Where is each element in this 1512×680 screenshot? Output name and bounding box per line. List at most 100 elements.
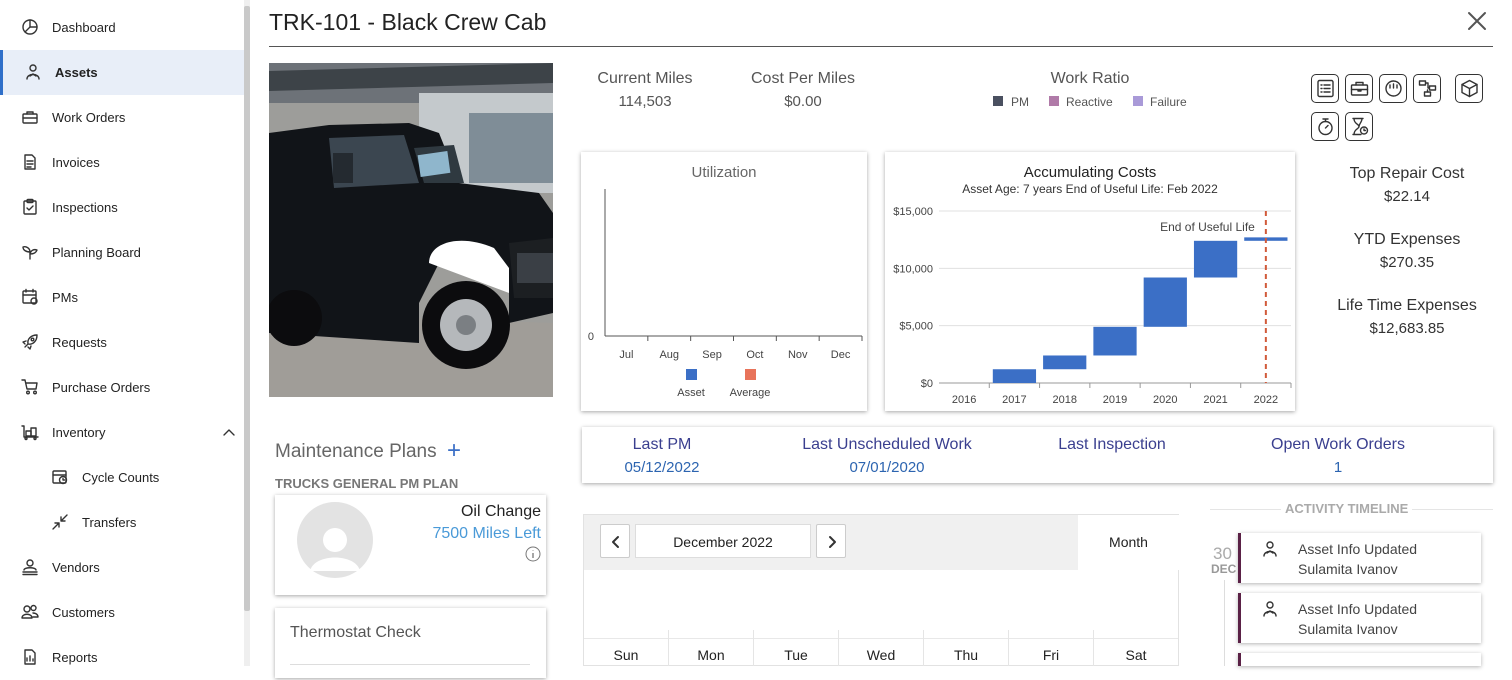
chevron-left-icon bbox=[612, 536, 619, 548]
timeline-entry-user: Sulamita Ivanov bbox=[1298, 621, 1398, 637]
accumulating-costs-subtitle: Asset Age: 7 years End of Useful Life: F… bbox=[962, 182, 1218, 196]
parts-button[interactable] bbox=[1455, 74, 1483, 103]
x-tick-label: 2016 bbox=[952, 394, 976, 406]
ytd-expenses-value: $270.35 bbox=[1379, 254, 1435, 271]
cube-icon bbox=[1461, 79, 1478, 98]
reports-icon bbox=[24, 649, 36, 665]
sidebar-item-inventory[interactable]: Inventory bbox=[0, 410, 244, 455]
utilization-chart: Utilization 0 Jul Aug Sep Oct Nov Dec Asset A… bbox=[588, 164, 863, 399]
sidebar-item-work-orders[interactable]: Work Orders bbox=[0, 95, 244, 140]
transfer-icon bbox=[52, 514, 68, 530]
legend-reactive-label: Reactive bbox=[1066, 95, 1113, 109]
y-tick-label: $5,000 bbox=[899, 321, 933, 333]
meter-button[interactable] bbox=[1379, 74, 1407, 103]
y-tick-label: $10,000 bbox=[893, 263, 933, 275]
maintenance-card-thermostat[interactable]: Thermostat Check bbox=[275, 608, 546, 678]
calendar-col-divider bbox=[923, 630, 924, 666]
sidebar-item-inspections[interactable]: Inspections bbox=[0, 185, 244, 230]
sidebar-item-assets[interactable]: Assets bbox=[0, 50, 244, 95]
lifetime-expenses-value: $12,683.85 bbox=[1369, 320, 1445, 337]
sidebar-item-pms[interactable]: PMs bbox=[0, 275, 244, 320]
title-divider bbox=[269, 46, 1493, 47]
avatar-placeholder-icon bbox=[297, 502, 373, 578]
kpi-strip: Last PM 05/12/2022 Last Unscheduled Work… bbox=[582, 427, 1493, 483]
vendor-icon bbox=[22, 559, 38, 576]
sidebar-item-label: Purchase Orders bbox=[52, 380, 151, 395]
add-maintenance-plan-button[interactable]: + bbox=[447, 437, 461, 465]
last-unscheduled-work-value[interactable]: 07/01/2020 bbox=[782, 459, 992, 476]
close-icon[interactable] bbox=[1466, 10, 1488, 32]
sidebar-item-label: Invoices bbox=[52, 155, 100, 170]
sidebar-scrollbar[interactable] bbox=[244, 6, 250, 611]
calendar-col-divider bbox=[668, 630, 669, 666]
hierarchy-icon bbox=[1418, 80, 1437, 97]
cost-bar bbox=[1093, 326, 1137, 356]
maintenance-card-oil-change[interactable]: Oil Change 7500 Miles Left bbox=[275, 495, 546, 595]
legend-failure-swatch bbox=[1133, 96, 1143, 106]
calendar-grid-line bbox=[584, 638, 1178, 639]
sidebar-item-label: Inventory bbox=[52, 425, 106, 440]
timeline-entry-partial[interactable] bbox=[1238, 653, 1481, 666]
sidebar-item-customers[interactable]: Customers bbox=[0, 590, 244, 635]
legend-pm-swatch bbox=[993, 96, 1003, 106]
timeline-entry[interactable]: Asset Info Updated Sulamita Ivanov bbox=[1238, 593, 1481, 643]
sidebar-item-label: Inspections bbox=[52, 200, 118, 215]
calendar-view-month-button[interactable]: Month bbox=[1078, 515, 1179, 570]
cart-icon bbox=[21, 379, 38, 395]
last-unscheduled-work-label: Last Unscheduled Work bbox=[802, 436, 972, 453]
sidebar-item-dashboard[interactable]: Dashboard bbox=[0, 5, 244, 50]
asset-icon bbox=[1263, 601, 1277, 617]
invoice-icon bbox=[24, 154, 36, 170]
last-pm-value[interactable]: 05/12/2022 bbox=[582, 459, 742, 476]
hierarchy-button[interactable] bbox=[1413, 74, 1441, 103]
info-icon[interactable] bbox=[525, 546, 541, 562]
calendar-col-divider bbox=[1093, 630, 1094, 666]
calendar-prev-button[interactable] bbox=[600, 524, 630, 558]
open-work-orders-value[interactable]: 1 bbox=[1252, 459, 1424, 476]
sidebar-item-purchase-orders[interactable]: Purchase Orders bbox=[0, 365, 244, 410]
truck-image bbox=[269, 63, 553, 397]
inventory-icon bbox=[21, 425, 39, 441]
sidebar-item-vendors[interactable]: Vendors bbox=[0, 545, 244, 590]
legend-average-swatch bbox=[745, 369, 756, 380]
maintenance-card-title: Thermostat Check bbox=[290, 624, 421, 641]
accumulating-costs-chart: Accumulating Costs Asset Age: 7 years En… bbox=[893, 164, 1292, 406]
top-repair-cost-value: $22.14 bbox=[1384, 188, 1430, 205]
sidebar-item-cycle-counts[interactable]: Cycle Counts bbox=[0, 455, 244, 500]
sidebar-item-planning-board[interactable]: Planning Board bbox=[0, 230, 244, 275]
sidebar-item-label: Reports bbox=[52, 650, 98, 665]
sidebar-item-reports[interactable]: Reports bbox=[0, 635, 244, 680]
calendar-icon bbox=[22, 288, 38, 305]
timeline-entry-title: Asset Info Updated bbox=[1298, 601, 1418, 617]
timeline-entry[interactable]: Asset Info Updated Sulamita Ivanov bbox=[1238, 533, 1481, 583]
dial-icon bbox=[1385, 80, 1402, 97]
x-tick-label: Dec bbox=[831, 349, 851, 361]
x-tick-label: Oct bbox=[746, 349, 763, 361]
toolbox-icon bbox=[22, 111, 38, 124]
legend-reactive-swatch bbox=[1049, 96, 1059, 106]
chevron-up-icon[interactable] bbox=[222, 425, 236, 439]
sidebar-item-requests[interactable]: Requests bbox=[0, 320, 244, 365]
timer-button[interactable] bbox=[1311, 112, 1339, 141]
accumulating-costs-title: Accumulating Costs bbox=[1024, 164, 1157, 181]
cost-bar bbox=[992, 369, 1037, 383]
work-orders-button[interactable] bbox=[1345, 74, 1373, 103]
utilization-chart-card: Utilization 0 Jul Aug Sep Oct Nov Dec Asset A… bbox=[581, 152, 867, 411]
utilization-chart-title: Utilization bbox=[691, 164, 756, 181]
details-list-button[interactable] bbox=[1311, 74, 1339, 103]
sidebar-item-invoices[interactable]: Invoices bbox=[0, 140, 244, 185]
cost-bar bbox=[1143, 277, 1187, 327]
legend-average-label: Average bbox=[730, 387, 771, 399]
sidebar-item-transfers[interactable]: Transfers bbox=[0, 500, 244, 545]
last-pm-label: Last PM bbox=[632, 436, 692, 453]
sidebar-item-label: Planning Board bbox=[52, 245, 141, 260]
open-work-orders-label: Open Work Orders bbox=[1271, 436, 1405, 453]
sidebar-item-label: Assets bbox=[55, 65, 98, 80]
x-tick-label: 2022 bbox=[1254, 394, 1278, 406]
legend-failure-label: Failure bbox=[1150, 95, 1187, 109]
current-miles-value: 114,503 bbox=[618, 93, 672, 110]
sidebar-item-label: Requests bbox=[52, 335, 107, 350]
downtime-button[interactable] bbox=[1345, 112, 1373, 141]
timeline-date-month: DEC bbox=[1211, 562, 1237, 576]
calendar-next-button[interactable] bbox=[816, 524, 846, 558]
